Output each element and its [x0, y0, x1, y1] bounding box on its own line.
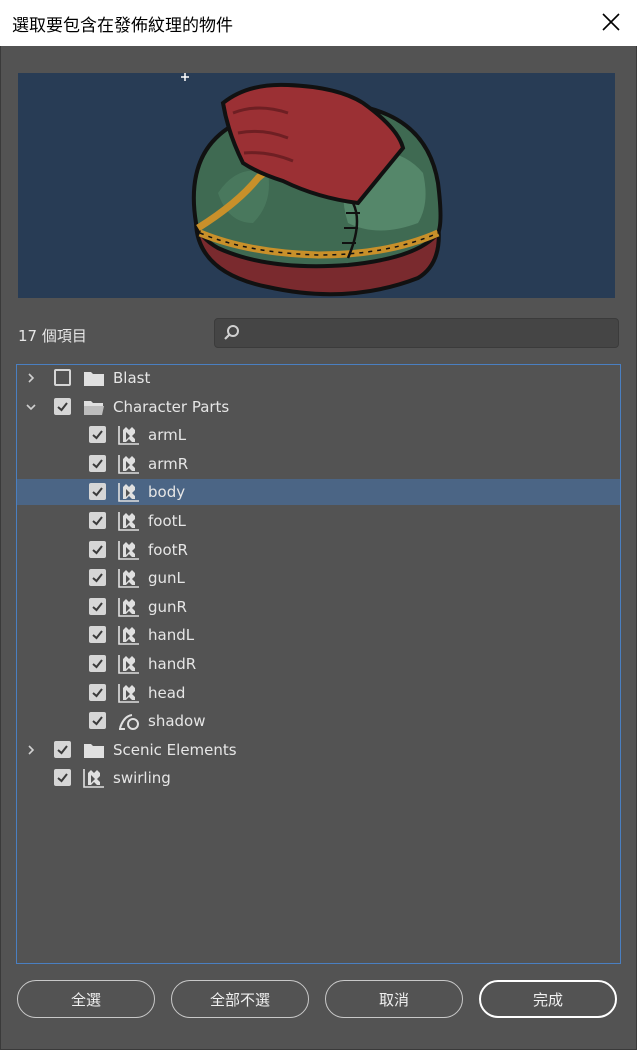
done-button[interactable]: 完成 [479, 980, 617, 1018]
tree-item-label: shadow [148, 712, 206, 731]
symbol-icon [83, 768, 105, 789]
tree-row-handr[interactable]: handR [17, 651, 620, 677]
tree-item-label: gunR [148, 597, 187, 616]
tree-item-label: Scenic Elements [113, 740, 237, 759]
object-tree[interactable]: Blast Character Parts armL armR body footL foo… [16, 364, 621, 964]
checkbox[interactable] [54, 397, 71, 415]
symbol-icon [118, 511, 140, 531]
tree-row-arml[interactable]: armL [17, 422, 620, 448]
symbol-icon [118, 568, 140, 588]
item-count: 17 個項目 [18, 327, 87, 345]
checkbox[interactable] [54, 740, 71, 758]
symbol-icon [118, 625, 140, 646]
symbol-icon [118, 683, 140, 703]
select-all-button[interactable]: 全選 [17, 980, 155, 1018]
cancel-button[interactable]: 取消 [325, 980, 463, 1018]
tree-row-armr[interactable]: armR [17, 451, 620, 477]
tree-row-blast[interactable]: Blast [17, 365, 620, 391]
symbol-icon [118, 454, 140, 474]
close-icon [602, 13, 620, 31]
checkbox[interactable] [89, 426, 106, 444]
tree-item-label: handR [148, 655, 197, 673]
checkbox[interactable] [89, 512, 106, 529]
checkbox[interactable] [54, 369, 71, 386]
tree-row-footl[interactable]: footL [17, 508, 620, 534]
checkbox[interactable] [89, 626, 106, 644]
symbol-icon [118, 425, 140, 445]
tree-item-label: Blast [113, 369, 151, 387]
tree-row-head[interactable]: head [17, 680, 620, 706]
search-box[interactable] [214, 318, 619, 348]
checkbox[interactable] [89, 683, 106, 701]
folder-icon [83, 740, 105, 760]
checkbox[interactable] [89, 540, 106, 558]
tree-row-footr[interactable]: footR [17, 537, 620, 563]
checkbox[interactable] [89, 655, 106, 672]
dialog-title: 選取要包含在發佈紋理的物件 [12, 15, 233, 36]
search-input[interactable] [241, 320, 618, 346]
tree-row-scenic-elements[interactable]: Scenic Elements [17, 737, 620, 763]
tree-item-label: armL [148, 426, 187, 445]
tree-item-label: armR [148, 454, 189, 473]
chevron-right-icon[interactable] [25, 744, 37, 756]
tree-row-swirling[interactable]: swirling [17, 765, 620, 791]
body-preview-image [181, 73, 443, 297]
tree-row-character-parts[interactable]: Character Parts [17, 394, 620, 420]
checkbox[interactable] [89, 454, 106, 472]
checkbox[interactable] [89, 712, 106, 730]
folder-open-icon [83, 397, 105, 417]
folder-icon [83, 368, 105, 388]
deselect-all-button[interactable]: 全部不選 [171, 980, 309, 1018]
tree-row-handl[interactable]: handL [17, 622, 620, 648]
checkbox[interactable] [54, 769, 71, 787]
shape-icon [118, 711, 140, 731]
chevron-down-icon[interactable] [25, 401, 37, 413]
tree-item-label: head [148, 683, 186, 702]
texture-preview [18, 73, 615, 298]
title-bar: 選取要包含在發佈紋理的物件 [0, 0, 637, 46]
chevron-right-icon[interactable] [25, 372, 37, 384]
close-button[interactable] [599, 10, 623, 34]
tree-item-label: Character Parts [113, 397, 230, 416]
tree-item-label: swirling [113, 769, 171, 788]
tree-item-label: body [148, 483, 186, 502]
symbol-icon [118, 654, 140, 674]
checkbox[interactable] [89, 597, 106, 615]
tree-item-label: footL [148, 512, 186, 530]
tree-item-label: handL [148, 626, 195, 645]
tree-row-gunl[interactable]: gunL [17, 565, 620, 591]
search-icon [224, 325, 239, 340]
tree-item-label: footR [148, 540, 188, 559]
symbol-icon [118, 540, 140, 560]
checkbox[interactable] [89, 483, 106, 501]
symbol-icon [118, 597, 140, 617]
tree-row-gunr[interactable]: gunR [17, 594, 620, 620]
tree-row-shadow[interactable]: shadow [17, 708, 620, 734]
tree-item-label: gunL [148, 569, 185, 588]
checkbox[interactable] [89, 569, 106, 587]
tree-row-body[interactable]: body [17, 479, 620, 506]
symbol-icon [118, 482, 140, 503]
